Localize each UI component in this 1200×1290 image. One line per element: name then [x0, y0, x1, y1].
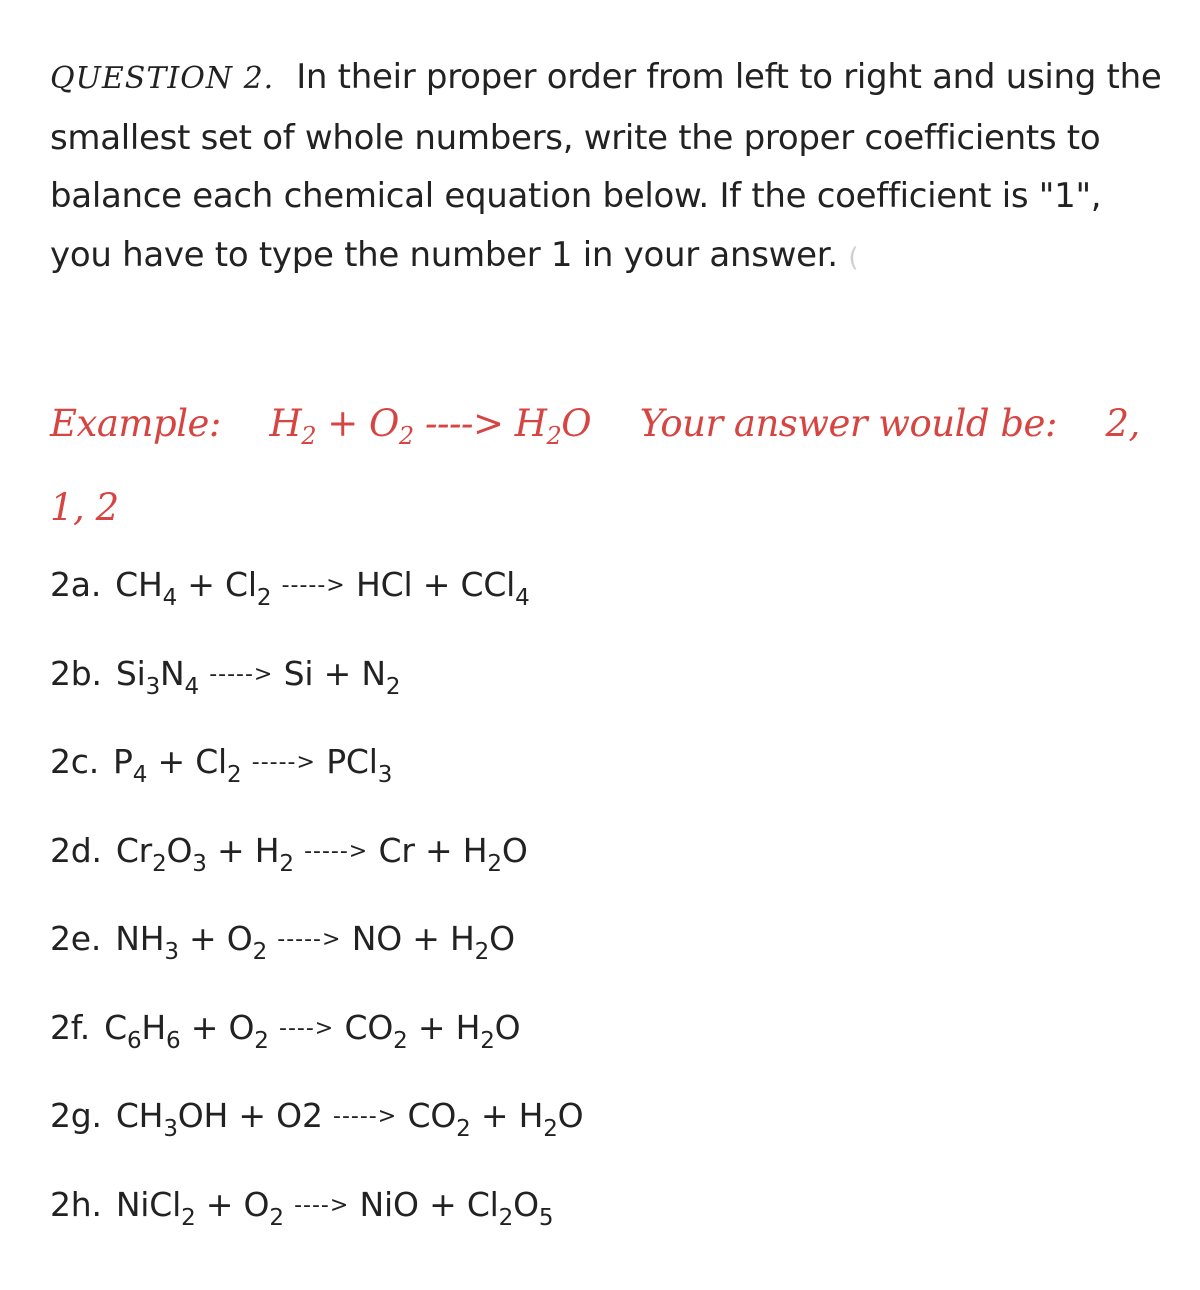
equation-label: 2b. — [50, 653, 102, 693]
plus-sign: + — [414, 830, 463, 870]
product-compound: Cr — [378, 830, 415, 870]
reaction-arrow: ----> — [279, 1015, 335, 1041]
example-plus: + — [327, 402, 358, 445]
example-arrow: ----> — [424, 402, 504, 445]
product-compound: PCl3 — [326, 742, 393, 788]
reactant-compound: Cl2 — [225, 565, 272, 611]
reactant-compound: C6H6 — [104, 1007, 181, 1054]
reaction-arrow: -----> — [304, 838, 369, 864]
reactant-compound: NH3 — [115, 919, 179, 965]
plus-sign: + — [407, 1007, 456, 1047]
product-compound: Si — [283, 653, 314, 693]
equation-label: 2h. — [50, 1184, 102, 1224]
equation-row: 2f. C6H6 + O2 ----> CO2 + H2O — [50, 1003, 1150, 1092]
plus-sign: + — [206, 830, 255, 870]
reactant-compound: H2 — [254, 830, 294, 877]
equation-row: 2b. Si3N4 -----> Si + N2 — [50, 649, 1150, 738]
reaction-arrow: -----> — [333, 1104, 398, 1129]
product-compound: NiO — [359, 1184, 419, 1224]
product-compound: Cl2O5 — [466, 1184, 554, 1231]
reactant-compound: NiCl2 — [115, 1184, 196, 1231]
equation-row: 2d. Cr2O3 + H2 -----> Cr + H2O — [50, 826, 1150, 915]
product-compound: N2 — [361, 653, 401, 700]
product-compound: H2O — [450, 919, 515, 965]
product-compound: H2O — [518, 1096, 584, 1142]
equation-row: 2g. CH3OH + O2 -----> CO2 + H2O — [50, 1091, 1150, 1180]
equation-row: 2c. P4 + Cl2 -----> PCl3 — [50, 737, 1150, 826]
reactant-compound: O2 — [276, 1096, 323, 1135]
equation-row: 2e. NH3 + O2 -----> NO + H2O — [50, 914, 1150, 1003]
plus-sign: + — [147, 742, 196, 781]
plus-sign: + — [195, 1184, 244, 1224]
reactant-compound: P4 — [113, 742, 148, 788]
example-product-h2o: H2O — [514, 402, 592, 450]
reactant-compound: O2 — [226, 919, 267, 965]
equation-label: 2c. — [50, 742, 100, 781]
product-compound: CO2 — [407, 1096, 471, 1142]
product-compound: HCl — [356, 565, 413, 604]
plus-sign: + — [228, 1096, 277, 1135]
plus-sign: + — [470, 1096, 519, 1135]
product-compound: CCl4 — [460, 565, 530, 611]
reactant-compound: O2 — [228, 1007, 269, 1054]
question-block: QUESTION 2. In their proper order from le… — [50, 48, 1170, 287]
example-reactant-h2: H2 — [269, 402, 316, 450]
question-label: QUESTION 2. — [50, 61, 275, 96]
example-block: Example: H2 + O2 ----> H2O Your answer w… — [50, 382, 1150, 550]
reactant-compound: Cr2O3 — [115, 830, 207, 877]
equation-list: 2a. CH4 + Cl2 -----> HCl + CCl4 2b. Si3N4 -… — [50, 560, 1150, 1268]
reactant-compound: Cl2 — [195, 742, 242, 788]
example-reactant-o2: O2 — [369, 402, 414, 450]
plus-sign: + — [402, 919, 451, 958]
product-compound: H2O — [455, 1007, 521, 1054]
plus-sign: + — [418, 1184, 467, 1224]
product-compound: CO2 — [344, 1007, 408, 1054]
equation-row: 2a. CH4 + Cl2 -----> HCl + CCl4 — [50, 560, 1150, 649]
plus-sign: + — [412, 565, 461, 604]
faint-mark: ( — [848, 242, 859, 273]
plus-sign: + — [178, 919, 227, 958]
product-compound: NO — [351, 919, 402, 958]
equation-label: 2g. — [50, 1096, 102, 1135]
reaction-arrow: -----> — [281, 573, 346, 598]
reaction-arrow: -----> — [251, 750, 316, 775]
reactant-compound: CH3OH — [115, 1096, 229, 1142]
product-compound: H2O — [462, 830, 528, 877]
example-prefix: Example: — [50, 402, 221, 445]
equation-row: 2h. NiCl2 + O2 ----> NiO + Cl2O5 — [50, 1180, 1150, 1269]
reactant-compound: O2 — [243, 1184, 284, 1231]
equation-label: 2e. — [50, 919, 102, 958]
reaction-arrow: ----> — [294, 1192, 350, 1218]
example-answer-text: Your answer would be: — [639, 402, 1058, 445]
equation-label: 2a. — [50, 565, 102, 604]
plus-sign: + — [313, 653, 362, 693]
equation-label: 2d. — [50, 830, 102, 870]
equation-label: 2f. — [50, 1007, 91, 1047]
reactant-compound: CH4 — [115, 565, 178, 611]
reaction-arrow: -----> — [277, 927, 342, 952]
plus-sign: + — [177, 565, 226, 604]
reaction-arrow: -----> — [209, 661, 274, 687]
plus-sign: + — [180, 1007, 229, 1047]
reactant-compound: Si3N4 — [115, 653, 199, 700]
